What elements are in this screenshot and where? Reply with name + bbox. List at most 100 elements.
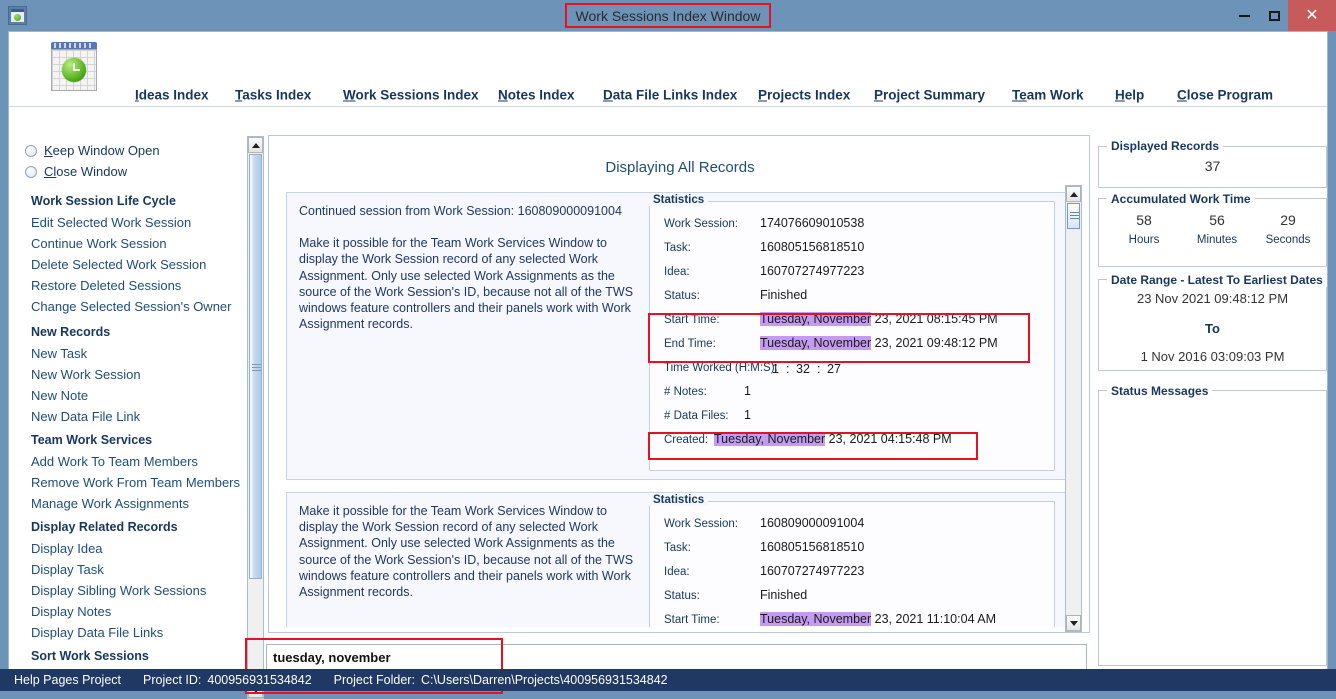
displayed-records-legend: Displayed Records bbox=[1107, 139, 1224, 153]
highlighted-match: Tuesday, November bbox=[760, 336, 872, 350]
window-title: Work Sessions Index Window bbox=[575, 7, 761, 24]
sidebar-item-restore-deleted-sessions[interactable]: Restore Deleted Sessions bbox=[31, 278, 181, 293]
time-worked-sep-1: : bbox=[786, 362, 790, 376]
statistic-label: Idea: bbox=[664, 266, 690, 278]
record-description-text: Make it possible for the Team Work Servi… bbox=[299, 504, 634, 600]
sidebar-item-display-task[interactable]: Display Task bbox=[31, 562, 104, 577]
nav-link-tasks-index[interactable]: Tasks Index bbox=[235, 88, 311, 103]
statistic-label: Task: bbox=[664, 542, 691, 554]
radio-keep-window-open[interactable]: Keep Window Open bbox=[25, 143, 160, 158]
nav-link-notes-index[interactable]: Notes Index bbox=[498, 88, 575, 103]
sidebar-item-remove-work-from-team-members[interactable]: Remove Work From Team Members bbox=[31, 475, 240, 490]
statistic-row: Task: 160805156818510 bbox=[650, 238, 1056, 262]
data-files-row: # Data Files: 1 bbox=[650, 406, 1056, 430]
sidebar-item-display-sibling-work-sessions[interactable]: Display Sibling Work Sessions bbox=[31, 583, 206, 598]
sidebar-scroll-up-button[interactable] bbox=[248, 137, 263, 153]
sidebar-item-manage-work-assignments[interactable]: Manage Work Assignments bbox=[31, 496, 189, 511]
highlighted-match: Tuesday, November bbox=[760, 612, 872, 626]
statistic-label: Idea: bbox=[664, 566, 690, 578]
chevron-down-icon bbox=[1069, 620, 1078, 626]
highlighted-match: Tuesday, November bbox=[714, 432, 826, 446]
radio-label: eep Window Open bbox=[52, 143, 160, 158]
time-worked-label: Time Worked (H:M:S): bbox=[664, 362, 778, 374]
nav-mnemonic: C bbox=[1177, 87, 1187, 103]
sidebar-item-display-data-file-links[interactable]: Display Data File Links bbox=[31, 625, 163, 640]
close-button[interactable]: ✕ bbox=[1288, 0, 1336, 31]
nav-link-project-summary[interactable]: Project Summary bbox=[874, 88, 985, 103]
nav-label-rest: deas Index bbox=[138, 87, 209, 103]
continued-from-label: Continued session from Work Session: 160… bbox=[299, 204, 622, 218]
record-list-scrollbar[interactable] bbox=[1065, 185, 1082, 632]
nav-label-rest: rojects Index bbox=[767, 87, 851, 103]
sidebar-item-edit-selected-work-session[interactable]: Edit Selected Work Session bbox=[31, 215, 191, 230]
nav-label-rest: ork Sessions Index bbox=[355, 87, 479, 103]
record-description: Continued session from Work Session: 160… bbox=[287, 193, 647, 340]
sidebar-item-display-idea[interactable]: Display Idea bbox=[31, 541, 103, 556]
sidebar-item-new-data-file-link[interactable]: New Data File Link bbox=[31, 409, 140, 424]
top-navigation-bar: Ideas Index Tasks Index Work Sessions Inde… bbox=[9, 32, 1327, 107]
statistic-row: Task: 160805156818510 bbox=[650, 538, 1056, 562]
statistics-legend: Statistics bbox=[649, 494, 709, 506]
nav-link-work-sessions-index[interactable]: Work Sessions Index bbox=[343, 88, 479, 103]
work-session-record[interactable]: Make it possible for the Team Work Servi… bbox=[286, 492, 1066, 627]
sidebar-item-continue-work-session[interactable]: Continue Work Session bbox=[31, 236, 167, 251]
sidebar-item-add-work-to-team-members[interactable]: Add Work To Team Members bbox=[31, 454, 198, 469]
record-scroll-down-button[interactable] bbox=[1066, 615, 1081, 631]
sidebar-item-new-note[interactable]: New Note bbox=[31, 388, 88, 403]
nav-label-rest: asks Index bbox=[242, 87, 312, 103]
nav-link-projects-index[interactable]: Projects Index bbox=[758, 88, 850, 103]
nav-link-team-work[interactable]: Team Work bbox=[1012, 88, 1084, 103]
record-description: Make it possible for the Team Work Servi… bbox=[287, 493, 647, 608]
radio-close-window[interactable]: Cl ose Window bbox=[25, 164, 127, 179]
nav-link-close-program[interactable]: Close Program bbox=[1177, 88, 1273, 103]
statistic-row: Status: Finished bbox=[650, 586, 1056, 610]
sidebar-scrollbar[interactable] bbox=[247, 136, 264, 699]
sidebar-item-display-notes[interactable]: Display Notes bbox=[31, 604, 111, 619]
sidebar-item-delete-selected-work-session[interactable]: Delete Selected Work Session bbox=[31, 257, 206, 272]
statistic-label: Start Time: bbox=[664, 314, 720, 326]
record-list-scrollbar-thumb[interactable] bbox=[1067, 203, 1080, 229]
statistic-row: Idea: 160707274977223 bbox=[650, 562, 1056, 586]
sidebar-item-new-work-session[interactable]: New Work Session bbox=[31, 367, 141, 382]
statistic-value-rest: 23, 2021 11:10:04 AM bbox=[874, 612, 997, 626]
status-project-folder: C:\Users\Darren\Projects\400956931534842 bbox=[420, 673, 668, 687]
statistic-label: Start Time: bbox=[664, 614, 720, 626]
statistic-value: Finished bbox=[760, 288, 808, 302]
status-project-id-label: Project ID: bbox=[143, 673, 202, 687]
status-messages-box bbox=[1098, 390, 1327, 666]
search-input[interactable] bbox=[266, 644, 1087, 670]
minimize-button[interactable] bbox=[1228, 0, 1260, 31]
accumulated-seconds-label: Seconds bbox=[1265, 234, 1311, 246]
calendar-clock-icon bbox=[45, 39, 102, 96]
chevron-up-icon bbox=[1069, 191, 1078, 197]
accumulated-hours-value: 58 bbox=[1136, 212, 1152, 228]
radio-dot-icon bbox=[25, 144, 37, 157]
date-range-separator: To bbox=[1205, 321, 1220, 336]
created-label: Created: bbox=[664, 434, 709, 446]
record-list[interactable]: Continued session from Work Session: 160… bbox=[277, 186, 1083, 627]
accumulated-work-time-legend: Accumulated Work Time bbox=[1107, 192, 1255, 206]
accumulated-work-time-box bbox=[1098, 198, 1327, 267]
accumulated-hours-label: Hours bbox=[1128, 234, 1160, 246]
statistic-row: Work Session: 174076609010538 bbox=[650, 214, 1056, 238]
record-description-text: Make it possible for the Team Work Servi… bbox=[299, 236, 634, 332]
maximize-button[interactable] bbox=[1258, 0, 1290, 31]
status-project-name: Help Pages Project bbox=[14, 673, 122, 687]
time-worked-minutes: 32 bbox=[796, 362, 810, 376]
sidebar-scrollbar-thumb[interactable] bbox=[249, 154, 262, 579]
displayed-records-value: 37 bbox=[1204, 158, 1221, 174]
statistic-label: Work Session: bbox=[664, 218, 738, 230]
nav-link-data-file-links-index[interactable]: Data File Links Index bbox=[603, 88, 737, 103]
record-scroll-up-button[interactable] bbox=[1066, 186, 1081, 202]
sidebar-item-new-task[interactable]: New Task bbox=[31, 346, 87, 361]
statistic-row: Status: Finished bbox=[650, 286, 1056, 310]
sidebar-item-change-selected-session-s-owner[interactable]: Change Selected Session's Owner bbox=[31, 299, 231, 314]
nav-mnemonic: P bbox=[874, 87, 884, 103]
nav-link-ideas-index[interactable]: Ideas Index bbox=[135, 88, 209, 103]
data-files-label: # Data Files: bbox=[664, 410, 729, 422]
work-session-record[interactable]: Continued session from Work Session: 160… bbox=[286, 192, 1066, 480]
title-bar: Work Sessions Index Window ✕ bbox=[0, 0, 1336, 31]
nav-link-help[interactable]: Help bbox=[1115, 88, 1144, 103]
notes-label: # Notes: bbox=[664, 386, 707, 398]
window-title-highlight: Work Sessions Index Window bbox=[565, 3, 771, 28]
